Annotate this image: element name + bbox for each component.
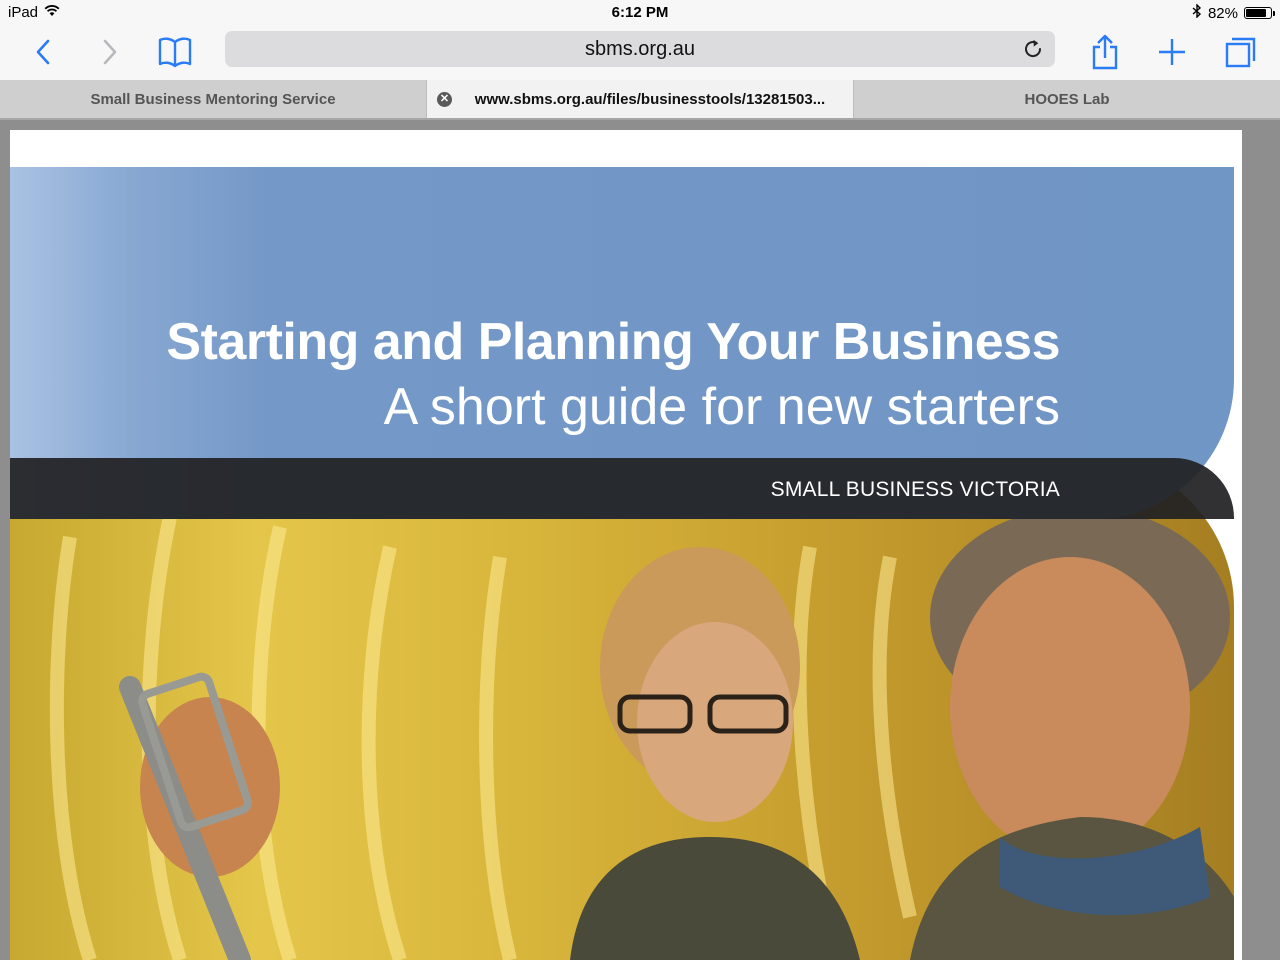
status-right: 82% bbox=[1192, 3, 1275, 22]
plus-icon bbox=[1159, 39, 1185, 65]
url-text[interactable]: sbms.org.au bbox=[225, 38, 1055, 61]
tab-bar: Small Business Mentoring Service ✕ www.s… bbox=[0, 80, 1280, 120]
tab-hooes-lab[interactable]: HOOES Lab bbox=[854, 80, 1280, 118]
pdf-page: Starting and Planning Your Business A sh… bbox=[10, 130, 1242, 960]
status-bar: iPad 6:12 PM 82% bbox=[0, 0, 1280, 24]
new-tab-button[interactable] bbox=[1152, 32, 1192, 72]
battery-percent: 82% bbox=[1207, 4, 1238, 22]
tab-small-business-mentoring[interactable]: Small Business Mentoring Service bbox=[0, 80, 427, 118]
tabs-button[interactable] bbox=[1220, 32, 1260, 72]
tab-title: HOOES Lab bbox=[1024, 90, 1110, 108]
battery-icon bbox=[1244, 7, 1275, 19]
device-name: iPad bbox=[8, 4, 39, 21]
status-left: iPad bbox=[8, 4, 60, 21]
close-tab-icon[interactable]: ✕ bbox=[437, 92, 452, 107]
tab-title: Small Business Mentoring Service bbox=[90, 90, 336, 108]
bookmarks-button[interactable] bbox=[155, 32, 195, 72]
forward-button[interactable] bbox=[90, 32, 130, 72]
status-time: 6:12 PM bbox=[611, 4, 669, 21]
publisher-name: SMALL BUSINESS VICTORIA bbox=[770, 478, 1060, 501]
back-button[interactable] bbox=[23, 32, 63, 72]
tab-title: www.sbms.org.au/files/businesstools/1328… bbox=[474, 90, 826, 108]
open-book-icon bbox=[158, 37, 192, 68]
tabs-icon bbox=[1225, 37, 1256, 68]
bluetooth-icon bbox=[1192, 3, 1202, 22]
browser-toolbar: sbms.org.au bbox=[0, 24, 1280, 80]
battery-fill bbox=[1246, 9, 1266, 17]
reload-button[interactable] bbox=[1017, 33, 1049, 65]
tab-sbms-pdf[interactable]: ✕ www.sbms.org.au/files/businesstools/13… bbox=[427, 80, 854, 118]
cover-photo bbox=[10, 457, 1234, 960]
address-bar[interactable]: sbms.org.au bbox=[225, 31, 1055, 67]
document-title: Starting and Planning Your Business bbox=[166, 313, 1060, 371]
wifi-icon bbox=[44, 4, 60, 21]
chevron-left-icon bbox=[36, 39, 50, 65]
cover-photo-illustration bbox=[49, 507, 1234, 960]
share-button[interactable] bbox=[1085, 32, 1125, 72]
document-subtitle: A short guide for new starters bbox=[383, 378, 1060, 436]
chevron-right-icon bbox=[103, 39, 117, 65]
document-cover: Starting and Planning Your Business A sh… bbox=[10, 167, 1234, 960]
reload-icon bbox=[1025, 39, 1042, 58]
share-icon bbox=[1092, 34, 1118, 70]
